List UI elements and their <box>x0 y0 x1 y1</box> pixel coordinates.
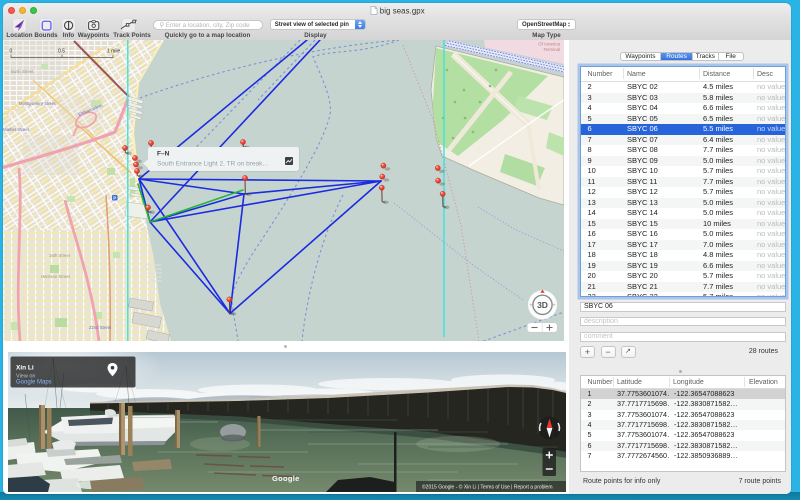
svg-text:+: + <box>552 303 556 309</box>
svg-text:Terminal: Terminal <box>543 47 560 52</box>
svg-text:Bush Street: Bush Street <box>11 69 34 74</box>
svg-text:F–N: F–N <box>157 151 170 158</box>
svg-text:Google Maps: Google Maps <box>16 380 52 386</box>
svg-text:1 mile: 1 mile <box>107 49 121 55</box>
svg-text:©2015 Google - © Xin Li | Term: ©2015 Google - © Xin Li | Terms of Use |… <box>422 484 553 491</box>
svg-text:+: + <box>529 303 533 309</box>
svg-text:0.5: 0.5 <box>58 49 65 55</box>
svg-text:0: 0 <box>10 49 13 55</box>
svg-text:22nd Street: 22nd Street <box>89 325 112 330</box>
svg-text:Montgomery Street: Montgomery Street <box>19 101 56 106</box>
svg-text:Market Street: Market Street <box>3 127 30 132</box>
svg-text:Xin Li: Xin Li <box>16 365 34 372</box>
svg-text:P: P <box>113 196 116 201</box>
svg-text:3D: 3D <box>537 300 548 310</box>
svg-text:South Entrance Light 2. TR on: South Entrance Light 2. TR on break… <box>157 161 269 168</box>
svg-text:Harrison Street: Harrison Street <box>41 274 71 279</box>
svg-text:Google: Google <box>272 474 300 483</box>
svg-text:16th Street: 16th Street <box>49 253 71 258</box>
svg-text:Of America: Of America <box>538 42 560 47</box>
